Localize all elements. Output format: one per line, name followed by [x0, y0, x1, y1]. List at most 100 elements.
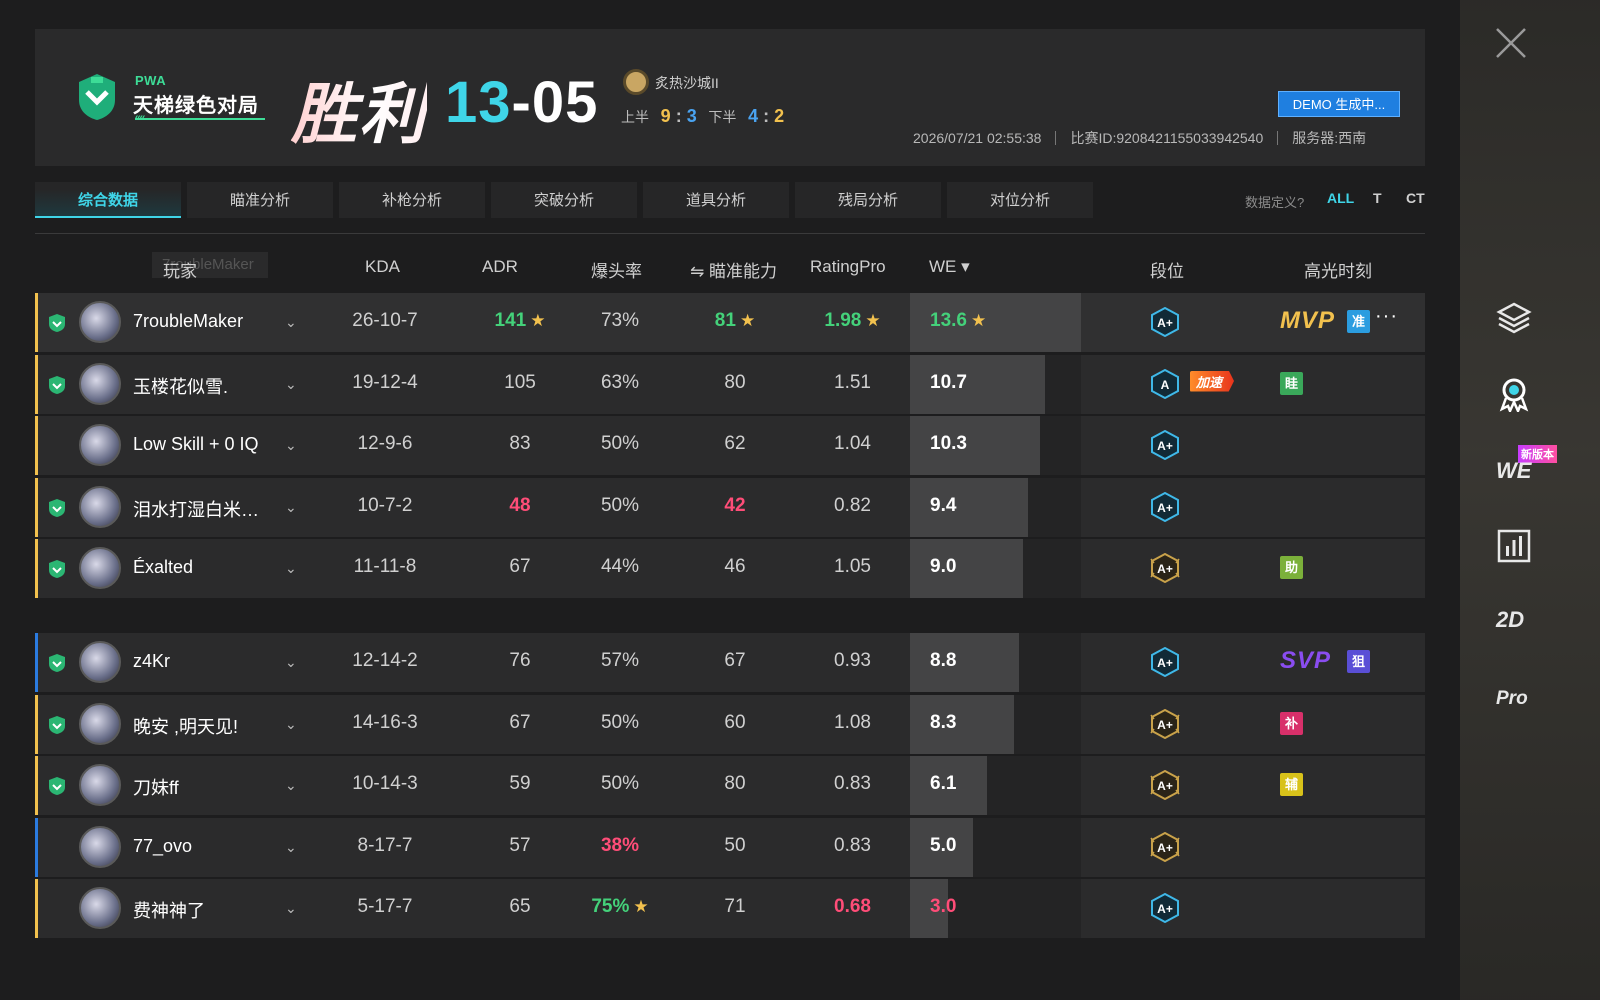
table-row[interactable]: 玉楼花似雪. ⌄ 19-12-4 105 63% 80 1.51 10.7 A 加速 眭	[35, 354, 1425, 414]
rating-cell: 1.51	[810, 372, 895, 394]
more-icon[interactable]: ···	[1375, 305, 1398, 328]
avatar[interactable]	[79, 301, 121, 343]
chevron-down-icon[interactable]: ⌄	[285, 437, 297, 454]
tab-utility[interactable]: 道具分析	[643, 182, 789, 218]
player-name[interactable]: 费神神了	[133, 897, 273, 923]
table-row[interactable]: 晚安 ,明天见! ⌄ 14-16-3 67 50% 60 1.08 8.3 A+ 补	[35, 694, 1425, 754]
filter-all[interactable]: ALL	[1327, 190, 1354, 206]
avatar[interactable]	[79, 764, 121, 806]
rank-label: A+	[1157, 501, 1173, 515]
filter-ct[interactable]: CT	[1406, 190, 1425, 206]
chevron-down-icon[interactable]: ⌄	[285, 777, 297, 794]
aim-cell: 81 ★	[700, 310, 770, 332]
player-name[interactable]: 晚安 ,明天见!	[133, 713, 273, 739]
avatar[interactable]	[79, 825, 121, 868]
tab-trade[interactable]: 补枪分析	[339, 182, 485, 218]
rank-badge-icon: A+	[1150, 892, 1180, 924]
header-aim[interactable]: ⇋ 瞄准能力	[690, 257, 777, 282]
header-kda[interactable]: KDA	[365, 257, 400, 277]
we-value: 6.1	[930, 773, 957, 794]
hs-value: 50%	[600, 773, 640, 794]
player-name[interactable]: z4Kr	[133, 651, 273, 672]
team-stripe	[35, 756, 38, 815]
rail-we-button[interactable]: WE	[1496, 458, 1531, 484]
player-name[interactable]: 泪水打湿白米饭...	[133, 496, 273, 522]
award-icon[interactable]	[1496, 376, 1532, 412]
match-score: 13-05	[445, 70, 599, 135]
rank-badge-icon: A+	[1150, 306, 1180, 338]
we-cell: 9.0	[930, 556, 956, 578]
table-row[interactable]: Low Skill + 0 IQ ⌄ 12-9-6 83 50% 62 1.04 10.3 A+	[35, 416, 1425, 475]
green-shield-icon	[49, 498, 65, 517]
close-icon[interactable]	[1494, 26, 1528, 60]
player-name[interactable]: 7roubleMaker	[133, 311, 273, 332]
chevron-down-icon[interactable]: ⌄	[285, 560, 297, 577]
data-definition-link[interactable]: 数据定义?	[1245, 192, 1304, 211]
avatar[interactable]	[79, 887, 121, 929]
mode-underline	[135, 118, 265, 120]
avatar[interactable]	[79, 641, 121, 683]
header-we[interactable]: WE ▾	[929, 257, 970, 277]
green-shield-icon	[49, 654, 65, 672]
we-cell: 6.1	[930, 773, 956, 795]
rating-cell: 0.93	[810, 650, 895, 672]
bar-chart-icon[interactable]	[1496, 528, 1532, 564]
header-rating[interactable]: RatingPro	[810, 257, 886, 277]
chevron-down-icon[interactable]: ⌄	[285, 839, 297, 856]
tab-overview[interactable]: 综合数据	[35, 182, 181, 218]
table-row[interactable]: 费神神了 ⌄ 5-17-7 65 75% ★ 71 0.68 3.0 A+	[35, 879, 1425, 938]
rank-badge-icon: A+	[1150, 491, 1180, 522]
table-row[interactable]: z4Kr ⌄ 12-14-2 76 57% 67 0.93 8.8 A+ SVP 狙	[35, 633, 1425, 692]
we-bar	[910, 633, 1019, 692]
avatar[interactable]	[79, 362, 121, 405]
chevron-down-icon[interactable]: ⌄	[285, 654, 297, 671]
chevron-down-icon[interactable]: ⌄	[285, 716, 297, 733]
chevron-down-icon[interactable]: ⌄	[285, 314, 297, 331]
tab-entry[interactable]: 突破分析	[491, 182, 637, 218]
rank-badge-icon: A+	[1150, 646, 1180, 678]
aim-cell: 46	[700, 556, 770, 578]
rating-cell: 1.04	[810, 433, 895, 455]
rating-cell: 1.08	[810, 712, 895, 734]
tab-aim[interactable]: 瞄准分析	[187, 182, 333, 218]
we-bar	[910, 694, 1014, 754]
header-hs[interactable]: 爆头率	[591, 257, 642, 282]
table-row[interactable]: 泪水打湿白米饭... ⌄ 10-7-2 48 50% 42 0.82 9.4 A+	[35, 477, 1425, 537]
rail-2d-button[interactable]: 2D	[1496, 607, 1524, 633]
avatar[interactable]	[79, 485, 121, 528]
rank-label: A+	[1157, 656, 1173, 670]
rating-value: 0.93	[834, 650, 871, 671]
team-stripe	[35, 633, 38, 692]
chevron-down-icon[interactable]: ⌄	[285, 900, 297, 917]
avatar[interactable]	[79, 424, 121, 466]
hs-cell: 50%	[575, 433, 665, 455]
table-row[interactable]: Éxalted ⌄ 11-11-8 67 44% 46 1.05 9.0 A+ 助	[35, 539, 1425, 598]
team-stripe	[35, 293, 38, 352]
rail-pro-button[interactable]: Pro	[1496, 688, 1528, 710]
player-name[interactable]: Éxalted	[133, 557, 273, 578]
kda-value: 10-7-2	[357, 494, 413, 516]
header-highlight: 高光时刻	[1304, 262, 1372, 281]
tab-duel[interactable]: 对位分析	[947, 182, 1093, 218]
tab-clutch[interactable]: 残局分析	[795, 182, 941, 218]
filter-t[interactable]: T	[1373, 190, 1382, 206]
table-row[interactable]: 77_ovo ⌄ 8-17-7 57 38% 50 0.83 5.0 A+	[35, 817, 1425, 877]
header-adr[interactable]: ADR	[482, 257, 518, 277]
avatar[interactable]	[79, 702, 121, 745]
chevron-down-icon[interactable]: ⌄	[285, 499, 297, 516]
player-name[interactable]: 玉楼花似雪.	[133, 373, 273, 399]
table-row[interactable]: 刀妹ff ⌄ 10-14-3 59 50% 80 0.83 6.1 A+ 辅	[35, 756, 1425, 815]
rank-badge-icon: A+	[1150, 831, 1180, 862]
aim-value: 50	[724, 834, 746, 856]
player-name[interactable]: Low Skill + 0 IQ	[133, 434, 273, 455]
layers-icon[interactable]	[1496, 300, 1532, 336]
table-row[interactable]: 7roubleMaker ⌄ 26-10-7 141 ★ 73% 81 ★ 1.98 ★ 13.6 ★…	[35, 293, 1425, 352]
rating-cell: 0.82	[810, 495, 895, 517]
avatar[interactable]	[79, 547, 121, 589]
demo-button[interactable]: DEMO 生成中...	[1278, 91, 1400, 117]
player-name[interactable]: 77_ovo	[133, 836, 273, 857]
player-name[interactable]: 刀妹ff	[133, 774, 273, 800]
we-value: 9.0	[930, 556, 957, 577]
chevron-down-icon[interactable]: ⌄	[285, 376, 297, 393]
mvp-badge: MVP	[1280, 307, 1336, 334]
